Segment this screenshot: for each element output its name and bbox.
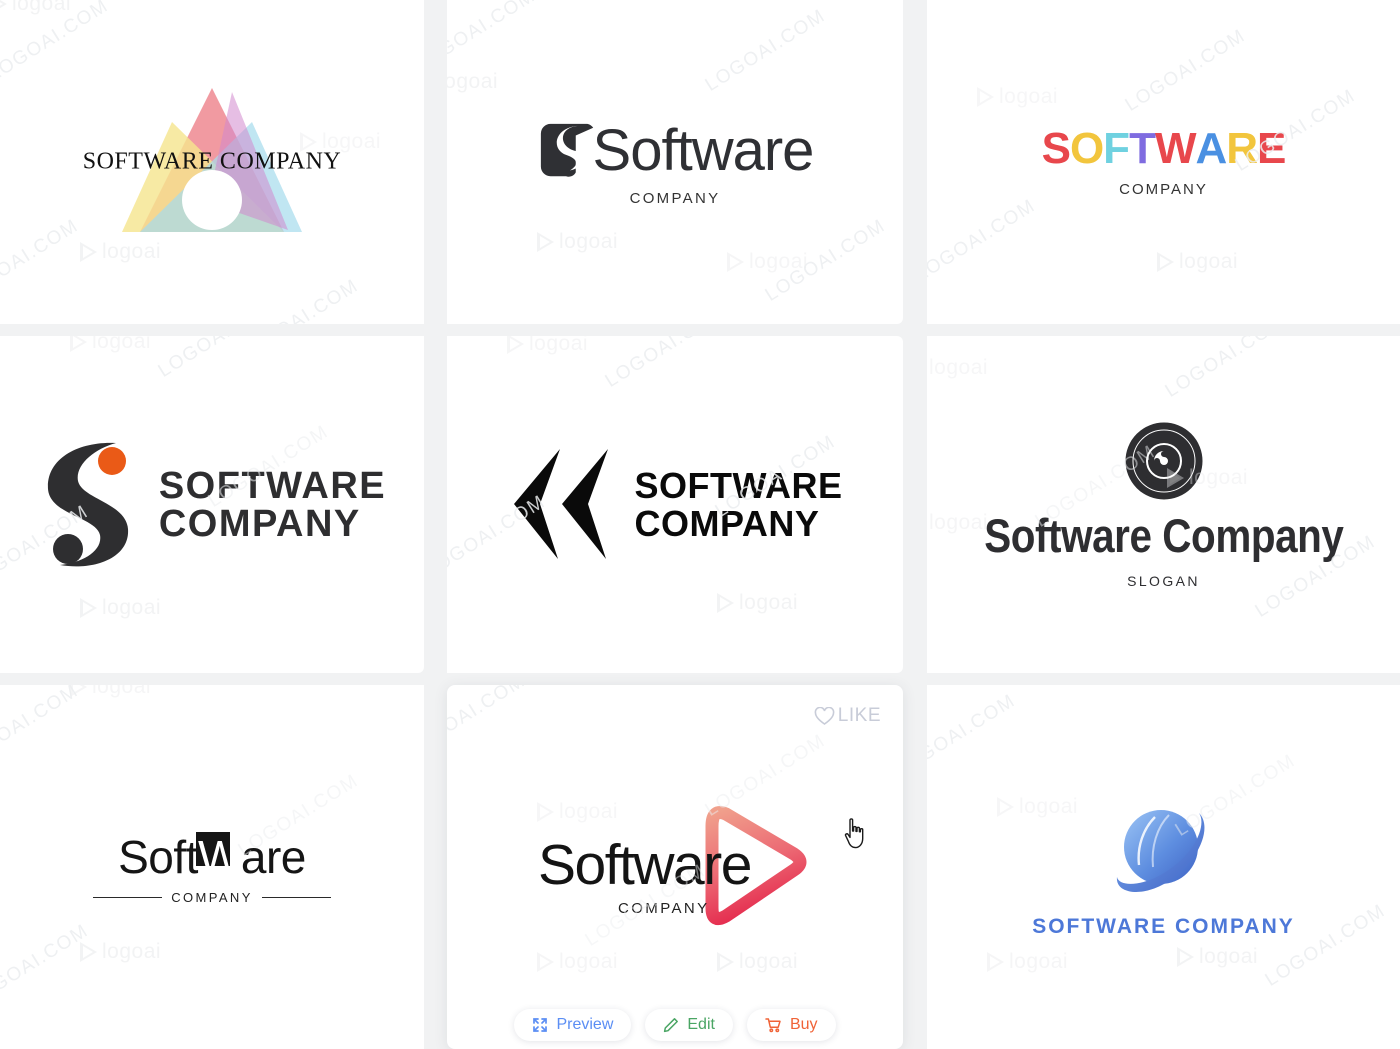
w-glyph: W bbox=[197, 830, 241, 883]
logo-preview-2: Software COMPANY bbox=[447, 0, 903, 324]
logo-preview-7: Soft Ware COMPANY bbox=[0, 685, 424, 1049]
s-swoosh-lockup: SOFTWARE COMPANY bbox=[38, 437, 386, 572]
buy-button[interactable]: Buy bbox=[746, 1009, 836, 1041]
brand-letter: F bbox=[1103, 123, 1130, 173]
heart-outline-icon bbox=[814, 706, 835, 725]
colorful-brand-text: SOFTWARE bbox=[1041, 123, 1287, 173]
slogan-rule: COMPANY bbox=[93, 889, 332, 905]
logo-preview-6: Software Company SLOGAN bbox=[927, 336, 1400, 673]
pencil-icon bbox=[664, 1018, 679, 1033]
logo-preview-5: SOFTWARE COMPANY bbox=[447, 336, 903, 673]
brand-letter: S bbox=[1041, 123, 1071, 173]
logo-brand-text: SOFTWARE COMPANY bbox=[82, 148, 342, 175]
logo-brand-text: Software bbox=[592, 118, 815, 183]
double-chevron-icon bbox=[513, 449, 608, 559]
s-block-icon bbox=[540, 123, 593, 177]
logo-brand-text: Software bbox=[538, 833, 752, 897]
brand-text-after-w: are bbox=[240, 830, 306, 883]
logo-brand-text: SOFTWARE COMPANY bbox=[158, 464, 387, 545]
logo-brand-text: SOFTWARE COMPANY bbox=[634, 464, 843, 544]
logo-card-3[interactable]: SOFTWARE COMPANY logoai logoai LOGOAI.CO… bbox=[927, 0, 1400, 324]
logo-card-6[interactable]: Software Company SLOGAN logoai logoai lo… bbox=[927, 336, 1400, 673]
logo-slogan-text: COMPANY bbox=[618, 900, 710, 917]
preview-button[interactable]: Preview bbox=[514, 1009, 632, 1041]
edit-label: Edit bbox=[687, 1016, 715, 1033]
pointer-hand-cursor bbox=[844, 818, 864, 849]
rule-left bbox=[93, 896, 163, 898]
logo-card-9[interactable]: SOFTWARE COMPANY logoai logoai logoai LO… bbox=[927, 685, 1400, 1049]
prism-triangle-mark: SOFTWARE COMPANY bbox=[83, 82, 341, 242]
logo-slogan-text: COMPANY bbox=[629, 190, 721, 207]
brand-letter: T bbox=[1129, 123, 1156, 173]
logo-slogan-text: COMPANY bbox=[1119, 180, 1208, 198]
cart-icon bbox=[765, 1018, 781, 1033]
like-label: LIKE bbox=[837, 705, 881, 726]
logo-card-1[interactable]: SOFTWARE COMPANY logoai logoai logoai LO… bbox=[0, 0, 424, 324]
s-block-lockup: Software bbox=[537, 117, 814, 184]
card-action-bar: Preview Edit Buy bbox=[447, 1009, 903, 1041]
spiral-icon bbox=[1125, 422, 1203, 500]
logo-card-2[interactable]: Software COMPANY logoai logoai logoai LO… bbox=[447, 0, 903, 324]
logo-card-7[interactable]: Soft Ware COMPANY logoai logoai LOGOAI.CO… bbox=[0, 685, 424, 1049]
preview-label: Preview bbox=[556, 1016, 614, 1033]
brand-letter: A bbox=[1195, 123, 1227, 173]
brand-letter: O bbox=[1069, 123, 1104, 173]
edit-button[interactable]: Edit bbox=[645, 1009, 733, 1041]
play-triangle-lockup: Software COMPANY bbox=[510, 792, 840, 942]
logo-card-8[interactable]: Software COMPANY LIKE Preview Edit Buy l… bbox=[447, 685, 903, 1049]
logo-preview-4: SOFTWARE COMPANY bbox=[0, 336, 424, 673]
rule-right bbox=[261, 896, 332, 898]
brand-text-before-w: Soft bbox=[118, 830, 198, 883]
brand-letter: R bbox=[1226, 123, 1258, 173]
logo-preview-3: SOFTWARE COMPANY bbox=[927, 0, 1400, 324]
expand-icon bbox=[533, 1018, 548, 1032]
logo-results-grid: SOFTWARE COMPANY logoai logoai logoai LO… bbox=[0, 0, 1400, 1049]
logo-card-4[interactable]: SOFTWARE COMPANY logoai logoai LOGOAI.CO… bbox=[0, 336, 424, 673]
planet-ring-icon bbox=[1116, 810, 1204, 893]
s-swoosh-icon bbox=[47, 442, 128, 567]
chevron-lockup: SOFTWARE COMPANY bbox=[508, 447, 843, 562]
brand-letter: E bbox=[1257, 123, 1286, 173]
logo-brand-text: SOFTWARE COMPANY bbox=[1032, 915, 1295, 938]
like-button[interactable]: LIKE bbox=[814, 705, 881, 727]
logo-slogan-text: COMPANY bbox=[171, 889, 253, 905]
logo-brand-text: Software Company bbox=[983, 509, 1344, 562]
logo-text-block: Software COMPANY bbox=[538, 832, 752, 917]
logo-brand-text: Soft Ware bbox=[118, 830, 306, 884]
logo-card-5[interactable]: SOFTWARE COMPANY logoai logoai LOGOAI.CO… bbox=[447, 336, 903, 673]
brand-letter: W bbox=[1154, 123, 1197, 173]
boxed-w-mark: W bbox=[195, 830, 241, 884]
logo-preview-1: SOFTWARE COMPANY bbox=[0, 0, 424, 324]
logo-preview-9: SOFTWARE COMPANY bbox=[927, 685, 1400, 1049]
buy-label: Buy bbox=[789, 1016, 818, 1033]
logo-slogan-text: SLOGAN bbox=[1127, 573, 1200, 589]
logo-preview-8: Software COMPANY bbox=[447, 685, 903, 1049]
